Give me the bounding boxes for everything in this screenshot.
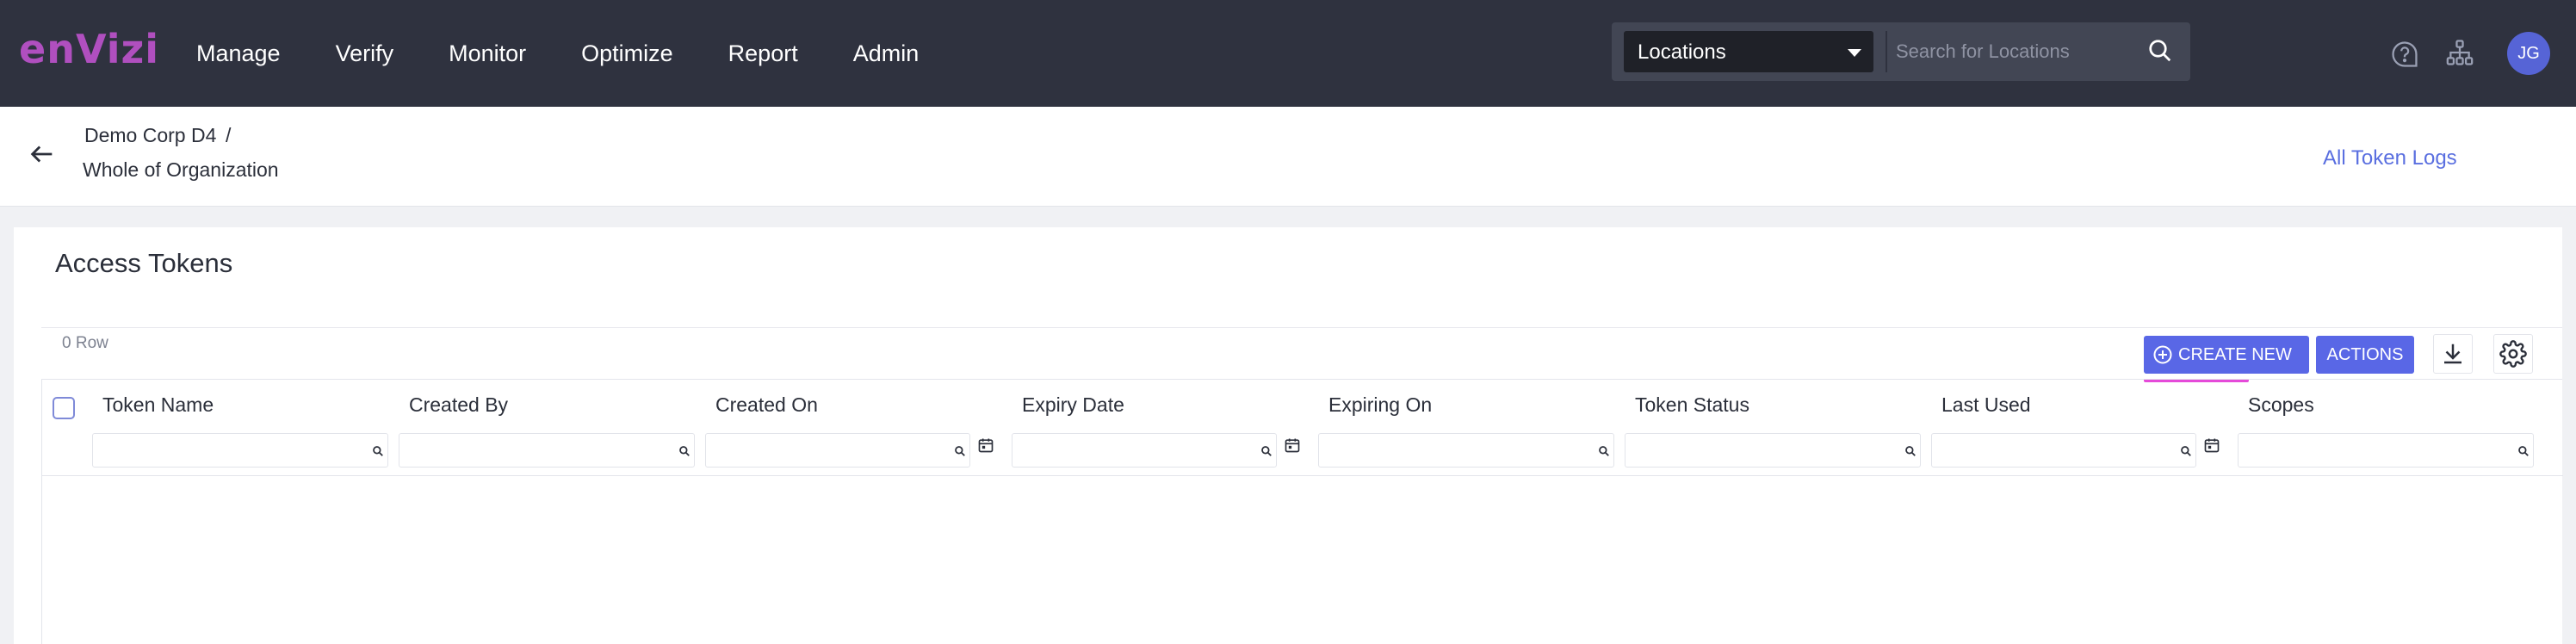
nav-monitor[interactable]: Monitor	[449, 40, 526, 67]
search-icon	[1905, 446, 1916, 456]
search-scope-value: Locations	[1638, 40, 1726, 64]
column-header[interactable]: Created By	[409, 393, 508, 417]
row-count: 0 Row	[62, 334, 108, 352]
search-divider	[1886, 31, 1887, 72]
column-token-status: Token Status	[1625, 380, 1941, 476]
plus-circle-icon	[2153, 345, 2172, 364]
user-avatar[interactable]: JG	[2507, 32, 2550, 75]
filter-created-on[interactable]	[705, 433, 970, 468]
nav-manage[interactable]: Manage	[196, 40, 281, 67]
column-expiry-date: Expiry Date	[1012, 380, 1328, 476]
calendar-icon[interactable]	[977, 437, 994, 454]
search-icon	[373, 446, 383, 456]
settings-button[interactable]	[2493, 334, 2533, 374]
nav-optimize[interactable]: Optimize	[581, 40, 673, 67]
column-header[interactable]: Scopes	[2248, 393, 2314, 417]
filter-created-by[interactable]	[399, 433, 695, 468]
all-token-logs-link[interactable]: All Token Logs	[2323, 146, 2457, 170]
breadcrumb-current: Whole of Organization	[83, 158, 279, 181]
column-header[interactable]: Created On	[715, 393, 818, 417]
create-new-button[interactable]: CREATE NEW	[2144, 336, 2309, 374]
filter-token-name[interactable]	[92, 433, 388, 468]
filter-last-used[interactable]	[1931, 433, 2196, 468]
column-header[interactable]: Token Status	[1635, 393, 1749, 417]
global-search: Locations	[1612, 22, 2190, 81]
create-new-label: CREATE NEW	[2178, 344, 2292, 364]
select-all-checkbox[interactable]	[53, 397, 75, 419]
table-header: Token Name Created By Created On Expiry …	[42, 380, 2563, 476]
search-icon	[2181, 446, 2191, 456]
download-button[interactable]	[2433, 334, 2473, 374]
calendar-icon[interactable]	[2203, 437, 2220, 454]
search-icon	[1261, 446, 1272, 456]
nav-admin[interactable]: Admin	[853, 40, 920, 67]
nav-verify[interactable]: Verify	[336, 40, 394, 67]
column-expiring-on: Expiring On	[1318, 380, 1635, 476]
page-header: Demo Corp D4 / Whole of Organization All…	[0, 107, 2576, 207]
gear-icon	[2499, 340, 2527, 368]
search-icon	[2518, 446, 2529, 456]
column-created-on: Created On	[705, 380, 1022, 476]
breadcrumb-parent[interactable]: Demo Corp D4	[84, 124, 216, 147]
help-icon[interactable]	[2390, 40, 2419, 69]
download-icon	[2444, 344, 2461, 364]
filter-expiry-date[interactable]	[1012, 433, 1277, 468]
column-header[interactable]: Token Name	[102, 393, 214, 417]
column-last-used: Last Used	[1931, 380, 2248, 476]
top-navigation-bar: enVizi Manage Verify Monitor Optimize Re…	[0, 0, 2576, 107]
column-token-name: Token Name	[92, 380, 409, 476]
tokens-table: Token Name Created By Created On Expiry …	[41, 379, 2563, 644]
column-header[interactable]: Expiring On	[1328, 393, 1432, 417]
caret-down-icon	[1848, 49, 1861, 57]
envizi-logo[interactable]: enVizi	[19, 26, 159, 72]
divider	[41, 327, 2562, 328]
calendar-icon[interactable]	[1284, 437, 1301, 454]
org-hierarchy-icon[interactable]	[2445, 38, 2474, 67]
column-created-by: Created By	[399, 380, 715, 476]
back-arrow-icon[interactable]	[28, 139, 57, 169]
search-input[interactable]	[1896, 31, 2154, 72]
filter-token-status[interactable]	[1625, 433, 1921, 468]
filter-expiring-on[interactable]	[1318, 433, 1614, 468]
page-title: Access Tokens	[55, 248, 233, 278]
filter-scopes[interactable]	[2238, 433, 2534, 468]
main-nav: Manage Verify Monitor Optimize Report Ad…	[196, 0, 974, 107]
access-tokens-panel: Access Tokens 0 Row CREATE NEW ACTIONS T…	[14, 227, 2563, 644]
search-icon	[679, 446, 690, 456]
search-icon	[1599, 446, 1609, 456]
column-header[interactable]: Expiry Date	[1022, 393, 1124, 417]
nav-report[interactable]: Report	[728, 40, 798, 67]
search-scope-select[interactable]: Locations	[1624, 31, 1873, 72]
search-icon[interactable]	[2147, 38, 2173, 64]
breadcrumb-separator: /	[226, 124, 232, 146]
actions-button[interactable]: ACTIONS	[2316, 336, 2414, 374]
column-header[interactable]: Last Used	[1941, 393, 2031, 417]
column-scopes: Scopes	[2238, 380, 2554, 476]
search-icon	[955, 446, 965, 456]
